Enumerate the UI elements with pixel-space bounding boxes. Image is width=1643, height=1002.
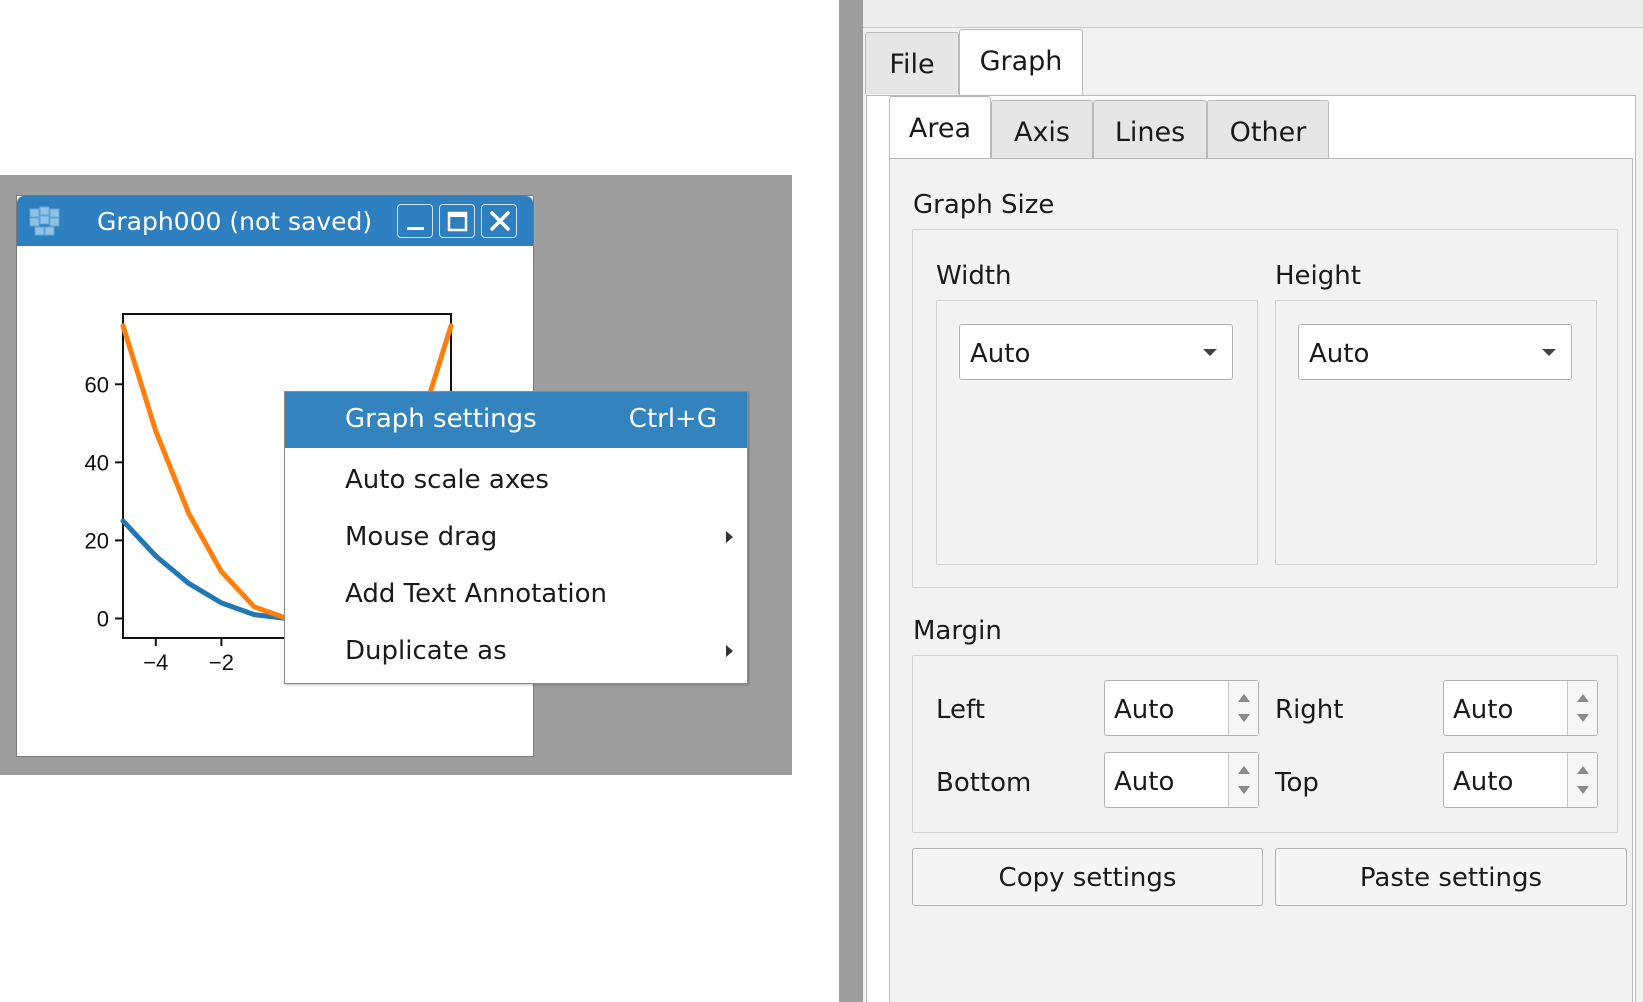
graph-window-title: Graph000 (not saved) (97, 207, 373, 236)
panel-splitter[interactable] (839, 0, 863, 1002)
width-combobox-value: Auto (970, 339, 1031, 369)
chevron-down-icon (1542, 349, 1556, 356)
spin-up-down-icon (1238, 766, 1250, 794)
menu-item-add-text-annotation[interactable]: Add Text Annotation (285, 567, 747, 623)
margin-left-spinbox[interactable]: Auto (1104, 680, 1259, 736)
menu-item-label: Mouse drag (345, 522, 498, 552)
tab-file[interactable]: File (865, 32, 959, 94)
series-line-1 (120, 323, 290, 621)
series-line-0 (120, 518, 290, 621)
menu-item-label: Auto scale axes (345, 465, 549, 495)
spin-up-down-icon (1238, 694, 1250, 722)
graph-window-titlebar[interactable]: Graph000 (not saved) (17, 196, 533, 246)
menu-item-label: Add Text Annotation (345, 579, 608, 609)
height-combobox[interactable]: Auto (1298, 324, 1572, 380)
spinbox-arrows[interactable] (1567, 753, 1597, 807)
height-combobox-value: Auto (1309, 339, 1370, 369)
spinbox-value: Auto (1453, 767, 1514, 797)
menu-item-label: Duplicate as (345, 636, 507, 666)
y-axis-ticks: 0 20 40 60 (85, 372, 123, 631)
paste-settings-button[interactable]: Paste settings (1275, 848, 1627, 906)
spinbox-value: Auto (1114, 767, 1175, 797)
y-tick-label: 40 (85, 450, 109, 475)
margin-top-label: Top (1275, 768, 1319, 798)
y-tick-label: 0 (97, 606, 109, 631)
menu-item-mouse-drag[interactable]: Mouse drag (285, 510, 747, 566)
menu-item-duplicate-as[interactable]: Duplicate as (285, 624, 747, 680)
spin-up-down-icon (1577, 694, 1589, 722)
margin-bottom-label: Bottom (936, 768, 1032, 798)
copy-settings-button[interactable]: Copy settings (912, 848, 1263, 906)
x-axis-ticks: −4 −2 (143, 638, 234, 675)
width-combobox[interactable]: Auto (959, 324, 1233, 380)
subtab-other[interactable]: Other (1207, 100, 1329, 158)
subtab-lines[interactable]: Lines (1093, 100, 1207, 158)
width-label: Width (936, 261, 1012, 291)
menu-item-label: Graph settings (345, 404, 537, 434)
close-button[interactable] (481, 204, 517, 238)
margin-bottom-spinbox[interactable]: Auto (1104, 752, 1259, 808)
submenu-arrow-icon (726, 531, 733, 543)
maximize-button[interactable] (439, 204, 475, 238)
height-label: Height (1275, 261, 1361, 291)
spinbox-arrows[interactable] (1228, 753, 1258, 807)
menu-item-shortcut: Ctrl+G (628, 404, 717, 434)
x-tick-label: −4 (143, 650, 168, 675)
graph-size-heading: Graph Size (913, 190, 1055, 220)
spinbox-value: Auto (1453, 695, 1514, 725)
app-cube-icon (29, 206, 60, 236)
close-icon (490, 211, 510, 231)
submenu-arrow-icon (726, 645, 733, 657)
y-tick-label: 20 (85, 528, 109, 553)
settings-panel: File Graph Area Axis Lines Other Graph S… (863, 0, 1643, 1002)
subtab-area[interactable]: Area (889, 96, 991, 158)
tab-graph[interactable]: Graph (959, 29, 1083, 95)
spin-up-down-icon (1577, 766, 1589, 794)
spinbox-value: Auto (1114, 695, 1175, 725)
y-tick-label: 60 (85, 372, 109, 397)
margin-right-label: Right (1275, 695, 1344, 725)
spinbox-arrows[interactable] (1567, 681, 1597, 735)
minimize-button[interactable] (397, 204, 433, 238)
margin-top-spinbox[interactable]: Auto (1443, 752, 1598, 808)
menu-item-graph-settings[interactable]: Graph settings Ctrl+G (285, 392, 747, 448)
margin-heading: Margin (913, 616, 1002, 646)
subtab-axis[interactable]: Axis (991, 100, 1093, 158)
menu-item-auto-scale-axes[interactable]: Auto scale axes (285, 453, 747, 509)
graph-context-menu: Graph settings Ctrl+G Auto scale axes Mo… (284, 391, 748, 684)
chevron-down-icon (1203, 349, 1217, 356)
panel-header-strip (863, 0, 1643, 28)
x-tick-label: −2 (209, 650, 234, 675)
margin-right-spinbox[interactable]: Auto (1443, 680, 1598, 736)
spinbox-arrows[interactable] (1228, 681, 1258, 735)
maximize-icon (447, 211, 468, 232)
margin-left-label: Left (936, 695, 985, 725)
minimize-icon (407, 227, 424, 230)
